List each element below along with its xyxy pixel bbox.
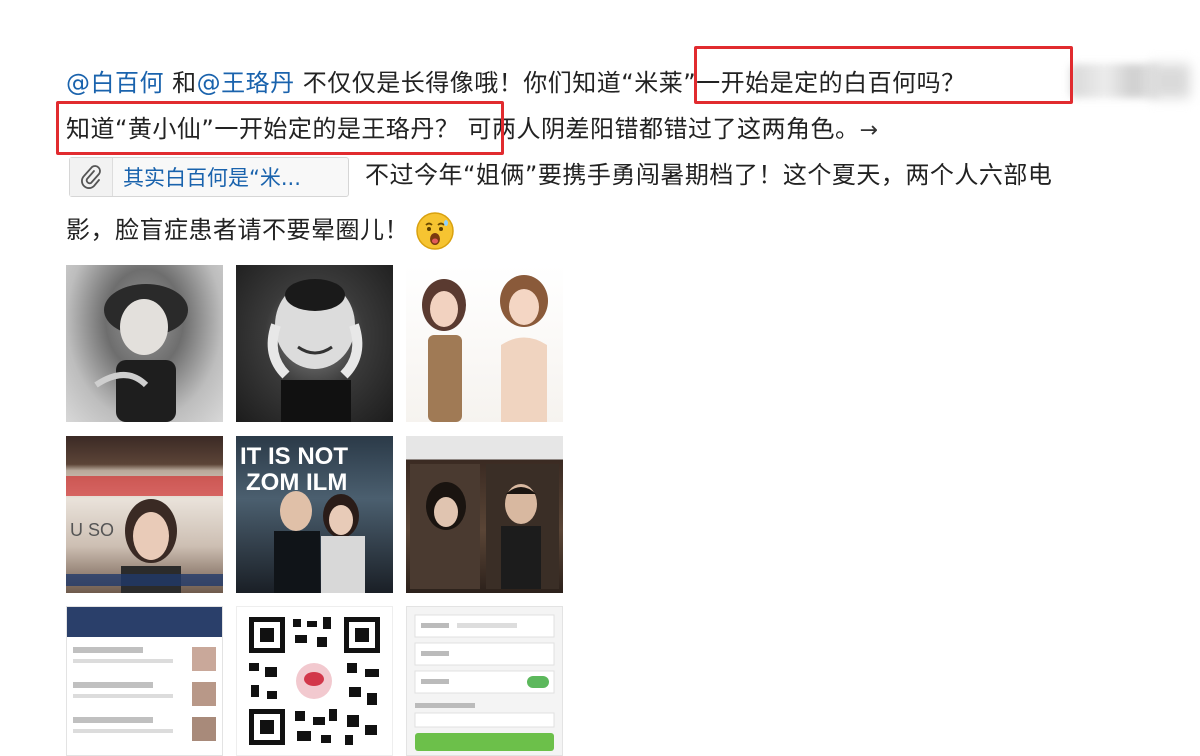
svg-text:U SO: U SO bbox=[70, 520, 114, 540]
post-text: 和 bbox=[164, 69, 197, 97]
qr-code-icon[interactable] bbox=[236, 606, 393, 756]
arrow-icon: → bbox=[859, 118, 879, 143]
post-image-7[interactable] bbox=[66, 606, 223, 756]
highlighted-text: “米莱”一开始是定的白百何吗？ bbox=[621, 69, 966, 97]
blurred-text bbox=[1070, 64, 1160, 98]
blurred-text bbox=[1150, 64, 1190, 98]
paperclip-icon bbox=[70, 158, 113, 196]
post-text: 不仅仅是长得像哦！你们知道 bbox=[294, 69, 622, 97]
svg-text:IT IS NOT: IT IS NOT bbox=[240, 443, 348, 470]
post-text-line-4: 影，脸盲症患者请不要晕圈儿！ bbox=[66, 211, 455, 251]
shocked-emoji-icon bbox=[415, 211, 455, 251]
post-image-9[interactable] bbox=[406, 606, 563, 756]
mention-link[interactable]: @王珞丹 bbox=[197, 69, 295, 97]
link-card[interactable]: 其实白百何是“米... bbox=[69, 157, 349, 197]
post-text-line-2: 知道“黄小仙”一开始定的是王珞丹？ 可两人阴差阳错都错过了这两角色。→ bbox=[66, 113, 878, 147]
mention-link[interactable]: @白百何 bbox=[66, 69, 164, 97]
post-text-line-3: 不过今年“姐俩”要携手勇闯暑期档了！这个夏天，两个人六部电 bbox=[365, 161, 1053, 189]
post-image-1[interactable] bbox=[66, 265, 223, 422]
highlighted-text: 知道“黄小仙”一开始定的是王珞丹？ bbox=[66, 115, 460, 143]
post-image-6[interactable] bbox=[406, 436, 563, 593]
post-image-3[interactable] bbox=[406, 265, 563, 422]
post-image-5[interactable]: IT IS NOT ZOM ILM bbox=[236, 436, 393, 593]
post-image-4[interactable]: U SO bbox=[66, 436, 223, 593]
post-text-line-1: @白百何 和@王珞丹 不仅仅是长得像哦！你们知道“米莱”一开始是定的白百何吗？ bbox=[66, 67, 966, 99]
post-text: 可两人阴差阳错都错过了这两角色。 bbox=[459, 115, 860, 143]
post-image-2[interactable] bbox=[236, 265, 393, 422]
link-card-label: 其实白百何是“米... bbox=[123, 166, 301, 190]
weibo-post: @白百何 和@王珞丹 不仅仅是长得像哦！你们知道“米莱”一开始是定的白百何吗？ … bbox=[0, 0, 1200, 756]
post-text: 影，脸盲症患者请不要晕圈儿！ bbox=[66, 216, 409, 244]
